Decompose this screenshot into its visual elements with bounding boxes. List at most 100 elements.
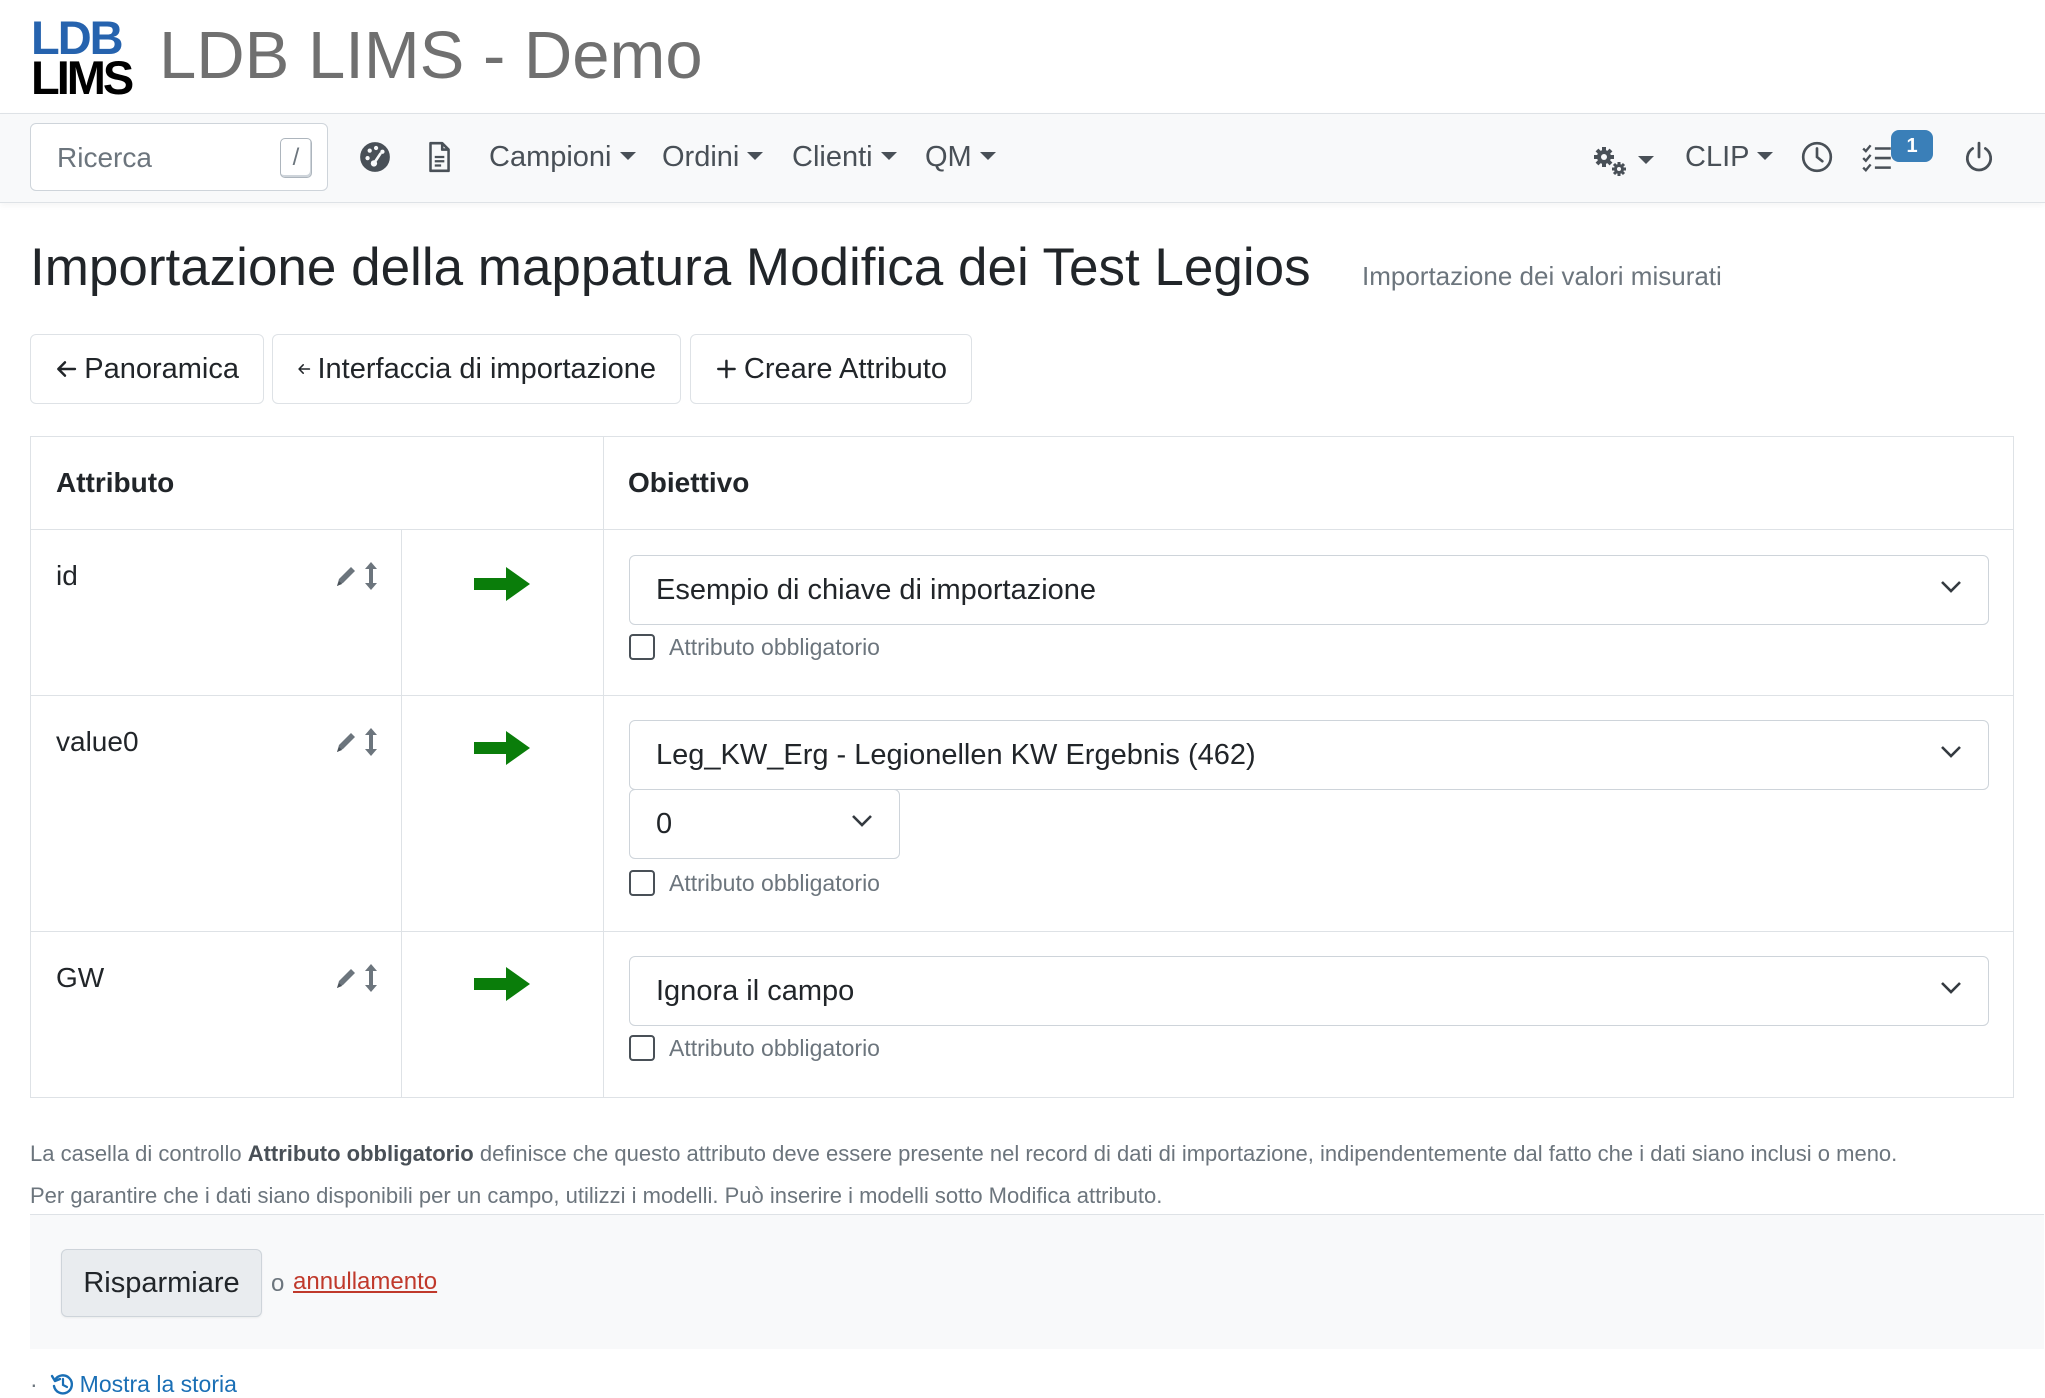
search-box[interactable]: / [30, 123, 328, 191]
target-select[interactable]: Leg_KW_Erg - Legionellen KW Ergebnis (46… [629, 720, 1989, 790]
arrow-right-icon [474, 967, 530, 1001]
main-navbar: / Campioni Ordini Clienti QM [0, 113, 2045, 203]
table-row-arrow-cell [401, 931, 604, 1098]
table-row-attribute-cell: id [30, 529, 402, 696]
row-tools [333, 560, 381, 594]
menu-ordini[interactable]: Ordini [662, 138, 764, 176]
help-line-1-pre: La casella di controllo [30, 1141, 248, 1166]
cancel-link[interactable]: annullamento [293, 1268, 437, 1296]
save-button[interactable]: Risparmiare [61, 1249, 262, 1317]
menu-qm-label: QM [925, 141, 972, 173]
drag-handle-icon[interactable] [363, 962, 379, 994]
power-icon[interactable] [1962, 140, 1996, 174]
header-attribute-cell: Attributo [30, 436, 604, 530]
table-row-arrow-cell [401, 695, 604, 932]
target-select-value: Ignora il campo [656, 975, 855, 1007]
target-select[interactable]: Ignora il campo [629, 956, 1989, 1026]
tasks-count-badge: 1 [1891, 130, 1933, 162]
index-select-value: 0 [656, 808, 673, 840]
table-row-target-cell: Leg_KW_Erg - Legionellen KW Ergebnis (46… [603, 695, 2014, 932]
required-checkbox-label: Attributo obbligatorio [669, 869, 880, 896]
target-select[interactable]: Esempio di chiave di importazione [629, 555, 1989, 625]
gears-icon [1594, 147, 1626, 177]
arrow-right-icon [474, 731, 530, 765]
help-line-1-post: definisce che questo attributo deve esse… [473, 1141, 1898, 1166]
menu-campioni[interactable]: Campioni [489, 138, 636, 176]
required-checkbox[interactable] [629, 870, 655, 896]
target-select-value: Esempio di chiave di importazione [656, 574, 1097, 606]
clock-icon[interactable] [1800, 140, 1834, 174]
table-row-attribute-cell: GW [30, 931, 402, 1098]
table-row-arrow-cell [401, 529, 604, 696]
show-history-link[interactable]: Mostra la storia [80, 1371, 237, 1397]
menu-ordini-label: Ordini [662, 141, 740, 173]
history-icon [50, 1374, 73, 1395]
document-icon[interactable] [422, 140, 456, 174]
chevron-down-icon [880, 152, 897, 161]
table-row-attribute-cell: value0 [30, 695, 402, 932]
task-list-icon[interactable] [1860, 140, 1894, 174]
pencil-icon[interactable] [333, 728, 357, 758]
arrow-right-icon [474, 567, 530, 601]
import-interface-button-label: Interfaccia di importazione [317, 352, 657, 385]
plus-icon [717, 359, 736, 379]
create-attribute-button[interactable]: Creare Attributo [690, 334, 972, 404]
page-subtitle: Importazione dei valori misurati [1362, 261, 1722, 291]
pencil-icon[interactable] [333, 562, 357, 592]
logo-lims: LIMS [31, 51, 134, 104]
chevron-down-icon [1941, 581, 1961, 593]
menu-qm[interactable]: QM [925, 138, 996, 176]
column-header-target: Obiettivo [628, 467, 750, 498]
required-checkbox[interactable] [629, 1035, 655, 1061]
app-logo[interactable]: LDB LIMS [31, 14, 134, 101]
drag-handle-icon[interactable] [363, 726, 379, 758]
pencil-icon[interactable] [333, 964, 357, 994]
attribute-name: value0 [56, 726, 139, 757]
dashboard-icon[interactable] [358, 140, 392, 174]
required-checkbox[interactable] [629, 634, 655, 660]
menu-clienti[interactable]: Clienti [792, 138, 897, 176]
required-checkbox-label: Attributo obbligatorio [669, 1034, 880, 1061]
target-select-value: Leg_KW_Erg - Legionellen KW Ergebnis (46… [656, 739, 1256, 771]
history-row: · Mostra la storia [30, 1370, 237, 1398]
page-title: Importazione della mappatura Modifica de… [30, 238, 1311, 297]
import-interface-button[interactable]: Interfaccia di importazione [272, 334, 681, 404]
chevron-down-icon [979, 152, 996, 161]
chevron-down-icon [747, 152, 764, 161]
form-actions: Risparmiare o annullamento [30, 1214, 2044, 1349]
chevron-down-icon [619, 152, 636, 161]
header-target-cell: Obiettivo [603, 436, 2014, 530]
table-row-target-cell: Ignora il campo Attributo obbligatorio [603, 931, 2014, 1098]
help-line-2: Per garantire che i dati siano disponibi… [30, 1183, 1163, 1208]
attribute-name: GW [56, 962, 105, 993]
attribute-name: id [56, 560, 78, 591]
menu-clip-label: CLIP [1685, 141, 1750, 173]
required-checkbox-row: Attributo obbligatorio [629, 867, 880, 899]
settings-menu[interactable] [1592, 142, 1654, 180]
help-line-1: La casella di controllo Attributo obblig… [30, 1133, 2044, 1175]
table-row-target-cell: Esempio di chiave di importazione Attrib… [603, 529, 2014, 696]
index-select[interactable]: 0 [629, 789, 900, 859]
menu-clip[interactable]: CLIP [1685, 138, 1774, 176]
chevron-down-icon [1757, 152, 1774, 161]
bullet-dot: · [30, 1371, 38, 1397]
chevron-down-icon [852, 815, 872, 827]
drag-handle-icon[interactable] [363, 560, 379, 592]
arrow-left-icon [298, 364, 311, 374]
required-checkbox-row: Attributo obbligatorio [629, 631, 880, 663]
chevron-down-icon [1638, 156, 1654, 165]
chevron-down-icon [1941, 746, 1961, 758]
help-text: La casella di controllo Attributo obblig… [30, 1133, 2044, 1217]
create-attribute-button-label: Creare Attributo [743, 352, 947, 385]
overview-button[interactable]: Panoramica [30, 334, 264, 404]
search-shortcut-key: / [280, 138, 312, 178]
search-input[interactable] [55, 136, 279, 180]
row-tools [333, 962, 381, 996]
chevron-down-icon [1941, 982, 1961, 994]
required-checkbox-row: Attributo obbligatorio [629, 1032, 880, 1064]
menu-clienti-label: Clienti [792, 141, 873, 173]
column-header-attribute: Attributo [56, 467, 175, 498]
overview-button-label: Panoramica [84, 352, 239, 385]
menu-campioni-label: Campioni [489, 141, 612, 173]
brand-header: LDB LIMS LDB LIMS - Demo [0, 0, 2045, 112]
